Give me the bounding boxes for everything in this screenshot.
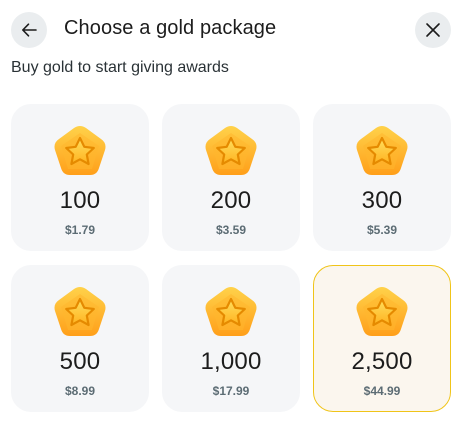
package-amount: 2,500 bbox=[351, 348, 413, 375]
package-price: $17.99 bbox=[212, 384, 250, 398]
package-amount: 100 bbox=[59, 187, 101, 214]
back-button[interactable] bbox=[11, 12, 47, 48]
package-amount: 200 bbox=[210, 187, 252, 214]
close-button[interactable] bbox=[415, 12, 451, 48]
gold-package-dialog: Choose a gold package Buy gold to start … bbox=[0, 0, 462, 428]
gold-star-coin-icon bbox=[205, 126, 257, 175]
package-card[interactable]: 200 $3.59 bbox=[162, 104, 300, 251]
gold-star-coin-icon bbox=[54, 287, 106, 336]
package-amount: 1,000 bbox=[200, 348, 262, 375]
dialog-subtitle: Buy gold to start giving awards bbox=[11, 59, 229, 76]
package-card[interactable]: 1,000 $17.99 bbox=[162, 265, 300, 412]
package-price: $44.99 bbox=[363, 384, 401, 398]
package-card[interactable]: 300 $5.39 bbox=[313, 104, 451, 251]
package-price: $3.59 bbox=[215, 223, 247, 237]
gold-star-coin-icon bbox=[356, 126, 408, 175]
dialog-title: Choose a gold package bbox=[64, 17, 277, 39]
package-amount: 300 bbox=[361, 187, 403, 214]
arrow-left-icon bbox=[22, 23, 37, 37]
gold-star-coin-icon bbox=[356, 287, 408, 336]
package-price: $8.99 bbox=[64, 384, 96, 398]
close-icon bbox=[426, 23, 440, 37]
package-price: $1.79 bbox=[64, 223, 96, 237]
package-grid: 100 $1.79 200 $3.59 300 $5.39 500 $8.99 … bbox=[11, 104, 451, 412]
package-card[interactable]: 500 $8.99 bbox=[11, 265, 149, 412]
package-price: $5.39 bbox=[366, 223, 398, 237]
gold-star-coin-icon bbox=[54, 126, 106, 175]
package-amount: 500 bbox=[59, 348, 101, 375]
package-card[interactable]: 100 $1.79 bbox=[11, 104, 149, 251]
package-card[interactable]: 2,500 $44.99 bbox=[313, 265, 451, 412]
gold-star-coin-icon bbox=[205, 287, 257, 336]
